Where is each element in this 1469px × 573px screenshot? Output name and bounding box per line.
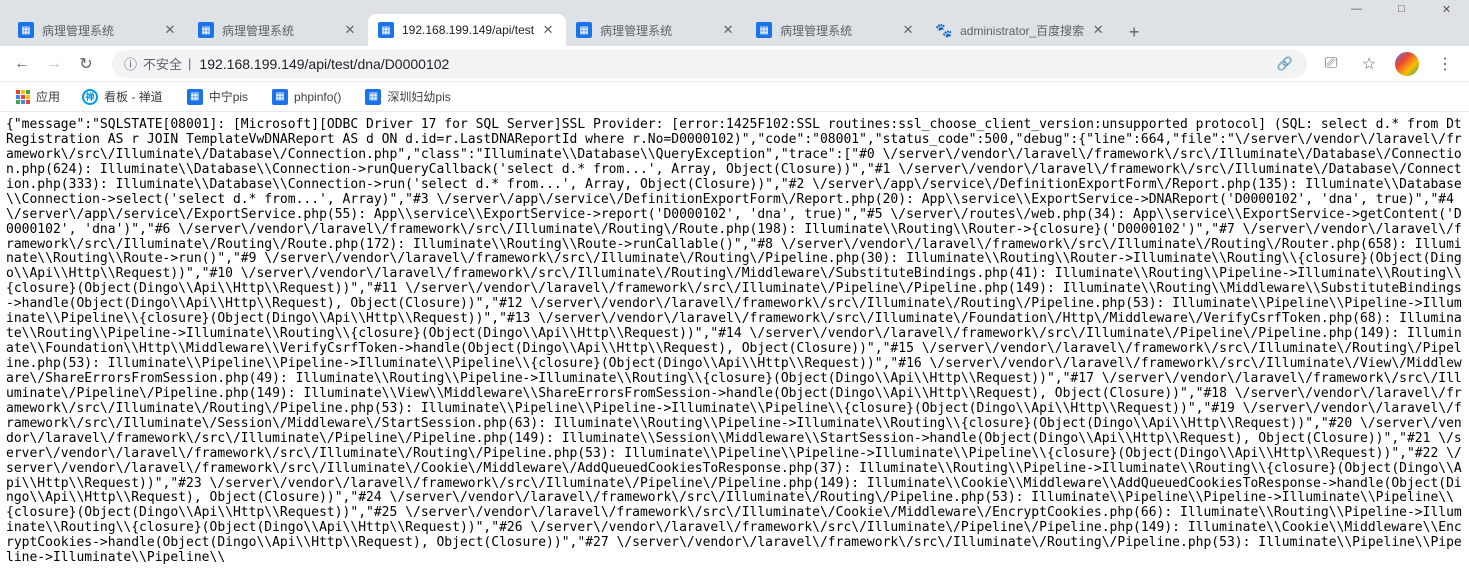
close-icon[interactable]: ✕ xyxy=(1090,22,1106,38)
page-body: {"message":"SQLSTATE[08001]: [Microsoft]… xyxy=(0,112,1469,572)
new-tab-button[interactable]: + xyxy=(1120,18,1148,46)
bookmark-szfy[interactable]: ▦ 深圳妇幼pis xyxy=(355,84,460,109)
bookmark-label: phpinfo() xyxy=(294,90,341,104)
grid-icon: ▦ xyxy=(187,88,203,105)
address-bar: ← → ↻ ⓘ 不安全 | 192.168.199.149/api/test/d… xyxy=(0,46,1469,82)
tab-2[interactable]: ▦ 192.168.199.149/api/test ✕ xyxy=(368,14,566,46)
url-text: 192.168.199.149/api/test/dna/D0000102 xyxy=(199,56,449,72)
tab-0[interactable]: ▦ 病理管理系统 ✕ xyxy=(8,14,188,46)
grid-icon: ▦ xyxy=(576,22,592,38)
bookmark-label: 深圳妇幼pis xyxy=(387,88,450,105)
apps-grid-icon xyxy=(16,90,30,104)
tab-title: 192.168.199.149/api/test xyxy=(402,23,534,37)
close-icon[interactable]: ✕ xyxy=(342,22,358,38)
grid-icon: ▦ xyxy=(756,22,772,38)
apps-button[interactable]: 应用 xyxy=(8,84,68,109)
avatar[interactable] xyxy=(1395,52,1419,76)
star-icon[interactable]: ☆ xyxy=(1357,52,1381,76)
grid-icon: ▦ xyxy=(365,88,381,105)
tab-title: 病理管理系统 xyxy=(42,22,156,39)
security-text: 不安全 xyxy=(143,54,182,73)
tab-title: 病理管理系统 xyxy=(780,22,894,39)
security-indicator[interactable]: ⓘ 不安全 | xyxy=(124,54,191,73)
window-controls: — □ ✕ xyxy=(0,0,1469,10)
tab-5[interactable]: 🐾 administrator_百度搜索 ✕ xyxy=(926,14,1116,46)
bookmarks-bar: 应用 禅 看板 - 禅道 ▦ 中宁pis ▦ phpinfo() ▦ 深圳妇幼p… xyxy=(0,82,1469,112)
close-icon[interactable]: ✕ xyxy=(900,22,916,38)
zentao-icon: 禅 xyxy=(82,89,98,105)
apps-label: 应用 xyxy=(36,88,60,105)
baidu-icon: 🐾 xyxy=(936,22,952,38)
grid-icon: ▦ xyxy=(378,22,394,38)
translate-icon[interactable]: ⎚ xyxy=(1319,52,1343,76)
bookmark-label: 看板 - 禅道 xyxy=(104,88,163,105)
bookmark-zhongning[interactable]: ▦ 中宁pis xyxy=(177,84,258,109)
grid-icon: ▦ xyxy=(198,22,214,38)
tab-bar: ▦ 病理管理系统 ✕ ▦ 病理管理系统 ✕ ▦ 192.168.199.149/… xyxy=(0,10,1469,46)
bookmark-label: 中宁pis xyxy=(209,88,248,105)
info-icon: ⓘ xyxy=(124,54,137,73)
url-input[interactable]: ⓘ 不安全 | 192.168.199.149/api/test/dna/D00… xyxy=(112,50,1307,78)
close-icon[interactable]: ✕ xyxy=(540,22,556,38)
tab-title: 病理管理系统 xyxy=(222,22,336,39)
bookmark-phpinfo[interactable]: ▦ phpinfo() xyxy=(262,84,351,109)
grid-icon: ▦ xyxy=(18,22,34,38)
tab-4[interactable]: ▦ 病理管理系统 ✕ xyxy=(746,14,926,46)
security-divider: | xyxy=(188,56,191,71)
window-maximize-button[interactable]: □ xyxy=(1379,0,1424,24)
toolbar-trailing: ⎚ ☆ ⋮ xyxy=(1319,52,1461,76)
window-minimize-button[interactable]: — xyxy=(1334,0,1379,24)
tab-3[interactable]: ▦ 病理管理系统 ✕ xyxy=(566,14,746,46)
menu-icon[interactable]: ⋮ xyxy=(1433,52,1457,76)
bookmark-zentao[interactable]: 禅 看板 - 禅道 xyxy=(72,84,173,109)
reload-button[interactable]: ↻ xyxy=(72,50,100,78)
forward-button[interactable]: → xyxy=(40,50,68,78)
close-icon[interactable]: ✕ xyxy=(162,22,178,38)
grid-icon: ▦ xyxy=(272,88,288,105)
bookmark-page-icon[interactable]: 🔗 xyxy=(1277,56,1293,72)
tab-1[interactable]: ▦ 病理管理系统 ✕ xyxy=(188,14,368,46)
back-button[interactable]: ← xyxy=(8,50,36,78)
close-icon[interactable]: ✕ xyxy=(720,22,736,38)
tab-title: administrator_百度搜索 xyxy=(960,22,1084,39)
tab-title: 病理管理系统 xyxy=(600,22,714,39)
window-close-button[interactable]: ✕ xyxy=(1424,0,1469,24)
